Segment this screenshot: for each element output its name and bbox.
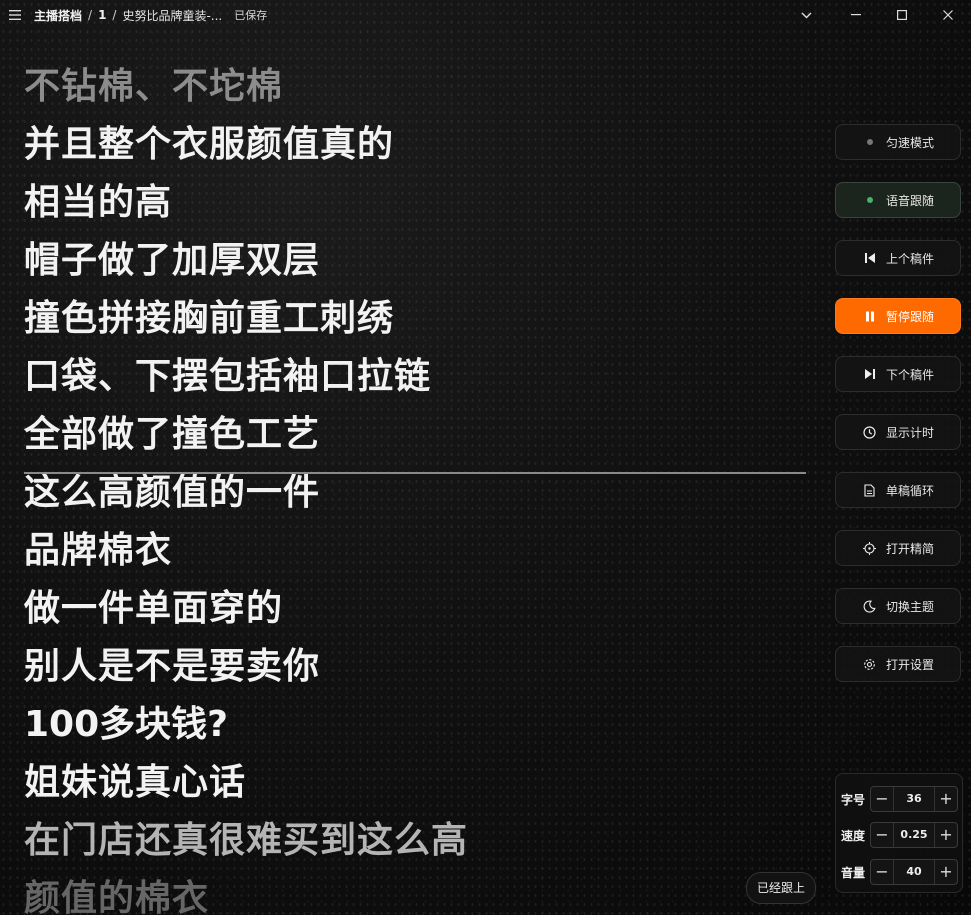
chevron-down-icon[interactable] xyxy=(795,0,817,30)
speed-value[interactable]: 0.25 xyxy=(893,823,935,847)
script-line: 相当的高 xyxy=(24,182,173,223)
script-text-area[interactable]: 不钻棉、不坨棉 并且整个衣服颜值真的 相当的高 帽子做了加厚双层 撞色拼接胸前重… xyxy=(24,58,804,915)
script-line: 在门店还真很难买到这么高 xyxy=(24,820,469,861)
button-label: 单稿循环 xyxy=(885,483,934,498)
next-script-button[interactable]: 下个稿件 xyxy=(835,356,961,392)
close-icon[interactable] xyxy=(925,0,971,30)
dot-icon xyxy=(862,197,878,203)
caught-up-badge[interactable]: 已经跟上 xyxy=(746,872,817,904)
open-settings-button[interactable]: 打开设置 xyxy=(835,646,961,682)
minimize-icon[interactable] xyxy=(833,0,879,30)
moon-icon xyxy=(862,600,878,613)
app-name: 主播搭档 xyxy=(34,8,83,23)
reading-guide-line xyxy=(24,472,806,474)
settings-steppers: 字号 − 36 + 速度 − 0.25 + 音量 − 40 + xyxy=(835,773,963,893)
button-label: 下个稿件 xyxy=(885,367,934,382)
minus-icon[interactable]: − xyxy=(871,787,893,811)
speed-stepper: 速度 − 0.25 + xyxy=(836,822,964,848)
button-label: 打开设置 xyxy=(885,657,934,672)
font-size-value[interactable]: 36 xyxy=(893,787,935,811)
button-label: 显示计时 xyxy=(885,425,934,440)
compact-mode-button[interactable]: 打开精简 xyxy=(835,530,961,566)
skip-next-icon xyxy=(862,368,878,380)
maximize-icon[interactable] xyxy=(879,0,925,30)
breadcrumb-separator: / xyxy=(88,8,93,22)
script-line: 姐妹说真心话 xyxy=(24,762,247,803)
script-line: 颜值的棉衣 xyxy=(24,878,210,915)
skip-previous-icon xyxy=(862,252,878,264)
script-line: 撞色拼接胸前重工刺绣 xyxy=(24,298,395,339)
volume-stepper: 音量 − 40 + xyxy=(836,859,964,885)
volume-value[interactable]: 40 xyxy=(893,860,935,884)
button-label: 切换主题 xyxy=(885,599,934,614)
stepper-label: 字号 xyxy=(840,792,865,807)
title-bar: 主播搭档 / 1 / 史努比品牌童装-... 已保存 xyxy=(0,0,971,30)
document-icon xyxy=(862,483,878,497)
gear-icon xyxy=(862,658,878,671)
script-line: 做一件单面穿的 xyxy=(24,588,284,629)
pause-icon xyxy=(862,311,878,322)
teleprompter-window: 主播搭档 / 1 / 史努比品牌童装-... 已保存 不钻棉、不坨棉 并且整个衣… xyxy=(0,0,971,915)
breadcrumb-separator: / xyxy=(112,8,117,22)
hamburger-icon[interactable] xyxy=(0,0,30,30)
script-line: 别人是不是要卖你 xyxy=(24,646,321,687)
minus-icon[interactable]: − xyxy=(871,860,893,884)
stepper-label: 音量 xyxy=(840,865,865,880)
font-size-stepper: 字号 − 36 + xyxy=(836,786,964,812)
breadcrumb-index: 1 xyxy=(98,8,107,22)
stepper-control: − 0.25 + xyxy=(870,822,958,848)
stepper-control: − 36 + xyxy=(870,786,958,812)
window-controls xyxy=(833,0,971,30)
script-line: 不钻棉、不坨棉 xyxy=(24,66,284,107)
stepper-label: 速度 xyxy=(840,828,865,843)
script-line: 品牌棉衣 xyxy=(24,530,173,571)
button-label: 匀速模式 xyxy=(885,135,934,150)
plus-icon[interactable]: + xyxy=(935,787,957,811)
button-label: 暂停跟随 xyxy=(885,309,934,324)
constant-speed-button[interactable]: 匀速模式 xyxy=(835,124,961,160)
plus-icon[interactable]: + xyxy=(935,860,957,884)
plus-icon[interactable]: + xyxy=(935,823,957,847)
script-line: 并且整个衣服颜值真的 xyxy=(24,124,395,165)
button-label: 上个稿件 xyxy=(885,251,934,266)
voice-follow-button[interactable]: 语音跟随 xyxy=(835,182,961,218)
script-line: 帽子做了加厚双层 xyxy=(24,240,321,281)
button-label: 语音跟随 xyxy=(885,193,934,208)
single-script-loop-button[interactable]: 单稿循环 xyxy=(835,472,961,508)
minus-icon[interactable]: − xyxy=(871,823,893,847)
script-line: 100多块钱? xyxy=(24,704,229,745)
script-line: 口袋、下摆包括袖口拉链 xyxy=(24,356,432,397)
save-status: 已保存 xyxy=(234,9,268,22)
script-line: 全部做了撞色工艺 xyxy=(24,414,321,455)
pause-follow-button[interactable]: 暂停跟随 xyxy=(835,298,961,334)
crosshair-icon xyxy=(862,541,878,555)
stepper-control: − 40 + xyxy=(870,859,958,885)
script-title[interactable]: 史努比品牌童装-... xyxy=(122,7,222,24)
previous-script-button[interactable]: 上个稿件 xyxy=(835,240,961,276)
switch-theme-button[interactable]: 切换主题 xyxy=(835,588,961,624)
show-timer-button[interactable]: 显示计时 xyxy=(835,414,961,450)
button-label: 打开精简 xyxy=(885,541,934,556)
clock-icon xyxy=(862,425,878,439)
dot-icon xyxy=(862,139,878,145)
